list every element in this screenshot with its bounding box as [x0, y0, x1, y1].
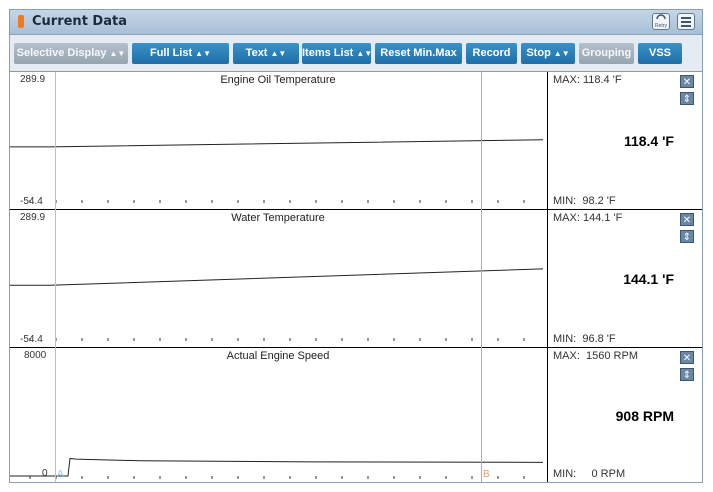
move-graph-icon[interactable]: ⇕	[680, 368, 694, 381]
y-axis-min-label: -54.4	[20, 334, 43, 345]
graph-panel-engine-oil-temperature[interactable]: 289.9 -54.4 Engine Oil Temperature MAX: …	[10, 72, 702, 210]
graph-info-panel: MAX: 1560 RPM 908 RPM MIN: 0 RPM ✕ ⇕	[547, 348, 702, 482]
cursor-b-label: B	[483, 469, 490, 480]
svg-text:Retry: Retry	[655, 23, 667, 29]
close-graph-icon[interactable]: ✕	[680, 351, 694, 364]
title-marker-icon	[18, 15, 24, 28]
dropdown-arrow-icon: ▲▼	[270, 49, 287, 58]
dropdown-arrow-icon: ▲▼	[553, 49, 570, 58]
cursor-b-line[interactable]	[481, 72, 482, 482]
current-value: 118.4 'F	[623, 133, 674, 149]
series-line	[10, 457, 544, 477]
selective-display-button[interactable]: Selective Display ▲▼	[14, 43, 128, 64]
text-label: Text	[245, 47, 268, 59]
series-line	[10, 268, 544, 286]
graph-area: 289.9 -54.4 Engine Oil Temperature MAX: …	[10, 71, 702, 482]
grouping-button[interactable]: Grouping	[579, 43, 634, 64]
max-value: MAX: 144.1 'F	[553, 212, 623, 224]
graph-info-panel: MAX: 144.1 'F 144.1 'F MIN: 96.8 'F ✕ ⇕	[547, 210, 702, 347]
dropdown-arrow-icon: ▲▼	[356, 49, 373, 58]
graph-plot-actual-engine-speed	[10, 457, 544, 479]
close-graph-icon[interactable]: ✕	[680, 213, 694, 226]
graph-info-panel: MAX: 118.4 'F 118.4 'F MIN: 98.2 'F ✕ ⇕	[547, 72, 702, 209]
graph-panel-water-temperature[interactable]: 289.9 -54.4 Water Temperature MAX: 144.1…	[10, 210, 702, 348]
vss-button[interactable]: VSS	[638, 43, 682, 64]
full-list-button[interactable]: Full List ▲▼	[132, 43, 229, 64]
title-bar: Current Data Retry	[10, 10, 702, 35]
min-value: MIN: 98.2 'F	[553, 195, 616, 207]
current-data-window: Current Data Retry Selective Display ▲▼ F…	[9, 9, 703, 483]
full-list-label: Full List	[149, 47, 193, 59]
close-graph-icon[interactable]: ✕	[680, 75, 694, 88]
items-list-label: Items List	[302, 47, 354, 59]
text-button[interactable]: Text ▲▼	[233, 43, 299, 64]
move-graph-icon[interactable]: ⇕	[680, 92, 694, 105]
min-value: MIN: 0 RPM	[553, 468, 626, 480]
graph-title: Engine Oil Temperature	[220, 74, 336, 86]
move-graph-icon[interactable]: ⇕	[680, 230, 694, 243]
dropdown-arrow-icon: ▲▼	[109, 49, 126, 58]
series-line	[10, 139, 544, 148]
window-title: Current Data	[32, 14, 127, 29]
current-value: 144.1 'F	[623, 271, 674, 287]
reset-min-max-button[interactable]: Reset Min.Max	[375, 43, 462, 64]
y-axis-min-label: -54.4	[20, 196, 43, 207]
retry-icon[interactable]: Retry	[652, 13, 670, 30]
max-value: MAX: 1560 RPM	[553, 350, 638, 362]
record-button[interactable]: Record	[466, 43, 517, 64]
current-value: 908 RPM	[615, 408, 674, 424]
stop-label: Stop	[526, 47, 551, 59]
dropdown-arrow-icon: ▲▼	[195, 49, 211, 58]
cursor-a-label: A	[57, 469, 64, 480]
graph-title: Actual Engine Speed	[226, 350, 330, 362]
max-value: MAX: 118.4 'F	[553, 74, 622, 86]
graph-plot-engine-oil-temperature	[10, 139, 544, 203]
items-list-button[interactable]: Items List ▲▼	[302, 43, 373, 64]
graph-title: Water Temperature	[231, 212, 325, 224]
toolbar: Selective Display ▲▼ Full List ▲▼ Text ▲▼ I…	[10, 35, 702, 71]
cursor-a-line[interactable]	[55, 72, 56, 482]
min-value: MIN: 96.8 'F	[553, 333, 616, 345]
stop-button[interactable]: Stop ▲▼	[521, 43, 575, 64]
menu-icon[interactable]	[677, 13, 695, 30]
graph-plot-water-temperature	[10, 268, 544, 341]
y-axis-min-label: 0	[42, 468, 48, 479]
selective-display-label: Selective Display	[16, 47, 107, 59]
graph-panel-actual-engine-speed[interactable]: 8000 0 Actual Engine Speed MAX: 1560 RPM…	[10, 348, 702, 482]
